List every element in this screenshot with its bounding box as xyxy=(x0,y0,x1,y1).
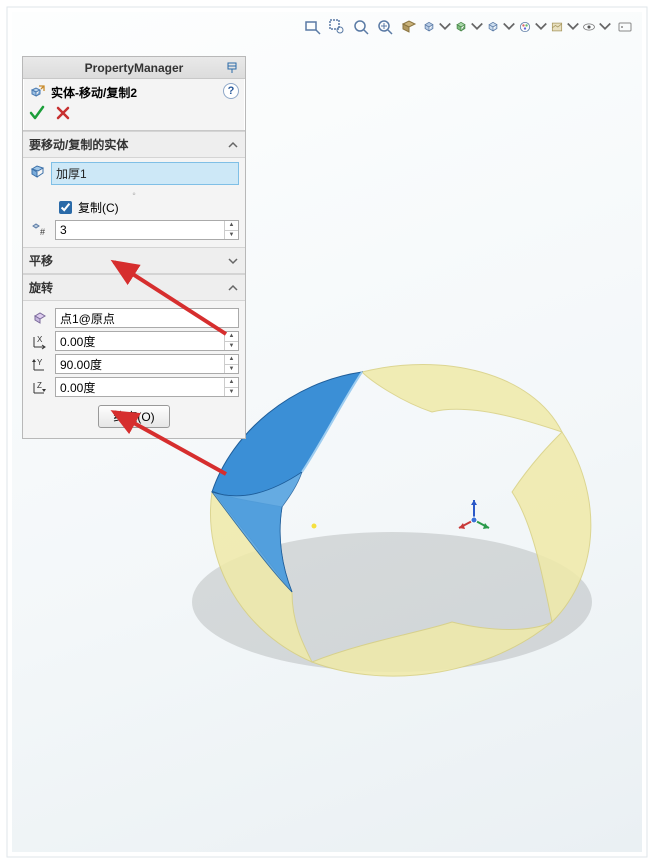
rotate-y-input[interactable]: ▲▼ xyxy=(55,354,239,374)
apply-scene-icon[interactable] xyxy=(550,16,580,38)
section-view-icon[interactable] xyxy=(398,16,420,38)
edit-appearance-icon[interactable] xyxy=(518,16,548,38)
svg-text:Z: Z xyxy=(37,381,42,390)
bodies-selection-list[interactable]: 加厚1 xyxy=(51,162,239,185)
rotate-z-input[interactable]: ▲▼ xyxy=(55,377,239,397)
render-icon[interactable] xyxy=(614,16,636,38)
svg-text:#: # xyxy=(40,227,45,237)
zoom-window-icon[interactable] xyxy=(374,16,396,38)
help-icon[interactable]: ? xyxy=(223,83,239,99)
rotate-z-icon: Z xyxy=(29,378,51,396)
rotate-x-input[interactable]: ▲▼ xyxy=(55,331,239,351)
solid-body-icon xyxy=(29,162,47,183)
rotation-reference-icon xyxy=(29,309,51,327)
section-translate-header[interactable]: 平移 xyxy=(23,247,245,274)
chevron-down-icon xyxy=(227,255,239,267)
origin-triad-icon xyxy=(454,495,494,535)
feature-name: 实体-移动/复制2 xyxy=(51,84,137,101)
previous-view-icon[interactable] xyxy=(350,16,372,38)
move-copy-body-icon xyxy=(29,83,47,101)
spin-down-icon[interactable]: ▼ xyxy=(225,231,238,240)
zoom-to-area-icon[interactable] xyxy=(326,16,348,38)
heads-up-toolbar xyxy=(302,16,636,38)
chevron-up-icon xyxy=(227,139,239,151)
rotation-reference-input[interactable]: 点1@原点 xyxy=(55,308,239,328)
constraints-button[interactable]: 约束(O) xyxy=(98,405,169,428)
view-settings-icon[interactable] xyxy=(582,16,612,38)
section-rotate-header[interactable]: 旋转 xyxy=(23,274,245,301)
view-orientation-icon[interactable] xyxy=(422,16,452,38)
display-style-icon[interactable] xyxy=(454,16,484,38)
spin-up-icon[interactable]: ▲ xyxy=(225,221,238,231)
rotate-x-icon: X xyxy=(29,332,51,350)
pin-panel-icon[interactable] xyxy=(223,59,241,77)
section-bodies-header[interactable]: 要移动/复制的实体 xyxy=(23,131,245,158)
copy-checkbox[interactable]: 复制(C) xyxy=(55,198,119,217)
rotate-y-icon: Y xyxy=(29,355,51,373)
resize-handle-icon[interactable]: ◦ xyxy=(29,189,239,195)
cancel-button[interactable] xyxy=(55,105,71,124)
ok-button[interactable] xyxy=(29,105,45,124)
feature-header: 实体-移动/复制2 ? xyxy=(23,79,245,103)
svg-text:X: X xyxy=(37,335,43,344)
count-icon: # xyxy=(29,222,51,238)
property-manager-panel: PropertyManager 实体-移动/复制2 ? xyxy=(22,56,246,439)
graphics-viewport[interactable]: PropertyManager 实体-移动/复制2 ? xyxy=(12,12,642,852)
pm-title: PropertyManager xyxy=(23,57,245,79)
svg-text:Y: Y xyxy=(37,358,43,367)
zoom-to-fit-icon[interactable] xyxy=(302,16,324,38)
chevron-up-icon xyxy=(227,282,239,294)
copy-count-input[interactable]: ▲▼ xyxy=(55,220,239,240)
hide-show-items-icon[interactable] xyxy=(486,16,516,38)
